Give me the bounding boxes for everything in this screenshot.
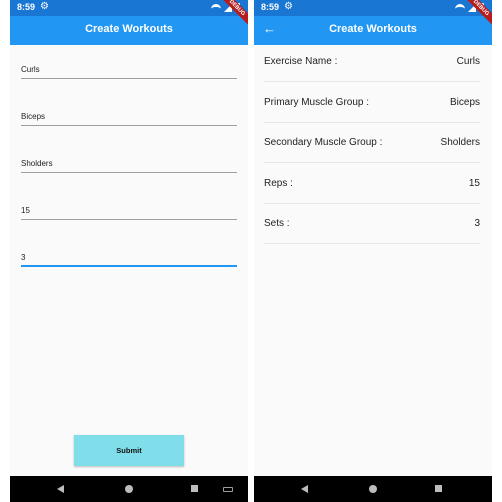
exercise-name-field[interactable] [21, 59, 237, 79]
detail-row-primary: Primary Muscle Group : Biceps [264, 82, 480, 123]
detail-value: Biceps [449, 96, 480, 108]
form-screen: 8:59 ⚙ Create Workouts DEBUG Submit [10, 0, 248, 502]
system-nav-bar [10, 476, 248, 502]
detail-row-sets: Sets : 3 [264, 203, 480, 244]
secondary-muscle-field[interactable] [21, 153, 237, 173]
nav-recents-icon[interactable] [435, 485, 442, 492]
primary-muscle-field[interactable] [21, 106, 237, 126]
gear-icon: ⚙ [284, 1, 293, 12]
sets-field[interactable] [21, 247, 237, 267]
sets-input[interactable] [21, 248, 237, 262]
reps-field[interactable] [21, 200, 237, 220]
detail-label: Reps : [264, 177, 293, 189]
primary-muscle-input[interactable] [21, 107, 237, 121]
app-bar: Create Workouts [10, 16, 248, 45]
reps-input[interactable] [21, 201, 237, 215]
keyboard-icon[interactable] [223, 487, 233, 492]
status-bar: 8:59 ⚙ [10, 0, 248, 16]
page-title: Create Workouts [85, 23, 173, 35]
exercise-name-input[interactable] [21, 60, 237, 74]
system-nav-bar [254, 476, 492, 502]
page-title: Create Workouts [329, 23, 417, 35]
detail-value: Sholders [440, 136, 480, 148]
nav-recents-icon[interactable] [191, 485, 198, 492]
secondary-muscle-input[interactable] [21, 154, 237, 168]
nav-back-icon[interactable] [57, 485, 64, 493]
detail-label: Secondary Muscle Group : [264, 136, 383, 148]
detail-row-exercise: Exercise Name : Curls [264, 41, 480, 82]
detail-value: 3 [474, 217, 480, 229]
nav-back-icon[interactable] [301, 485, 308, 493]
status-time: 8:59 [261, 2, 280, 12]
submit-button[interactable]: Submit [74, 435, 184, 466]
status-bar: 8:59 ⚙ [254, 0, 492, 16]
detail-value: 15 [468, 177, 480, 189]
detail-row-secondary: Secondary Muscle Group : Sholders [264, 122, 480, 163]
detail-label: Sets : [264, 217, 290, 229]
detail-row-reps: Reps : 15 [264, 163, 480, 204]
status-time: 8:59 [17, 2, 36, 12]
wifi-icon [211, 3, 221, 12]
wifi-icon [455, 3, 465, 12]
nav-home-icon[interactable] [125, 485, 133, 493]
details-screen: 8:59 ⚙ ← Create Workouts DEBUG Exercise … [254, 0, 492, 502]
detail-label: Exercise Name : [264, 55, 338, 67]
detail-label: Primary Muscle Group : [264, 96, 370, 108]
nav-home-icon[interactable] [369, 485, 377, 493]
detail-value: Curls [456, 55, 480, 67]
gear-icon: ⚙ [40, 1, 49, 12]
